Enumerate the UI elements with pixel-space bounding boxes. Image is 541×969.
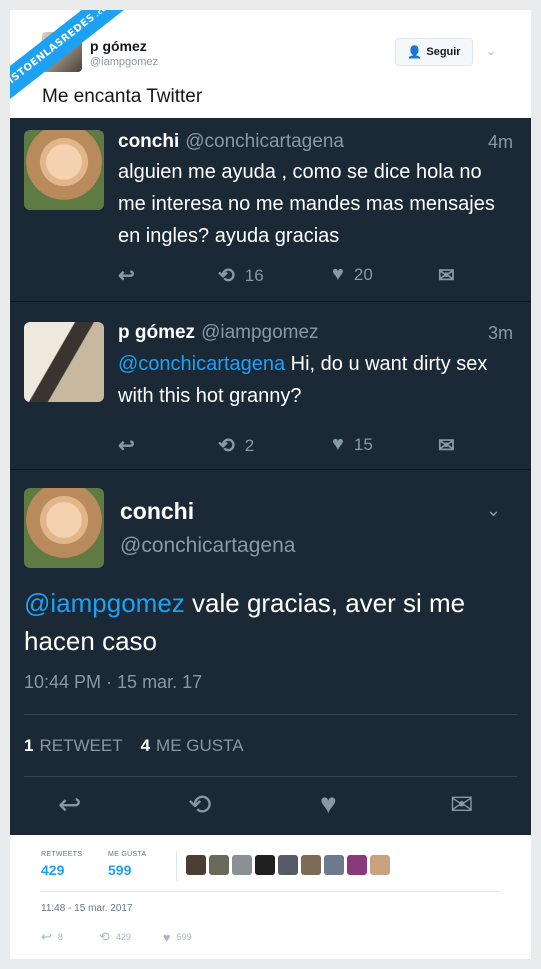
tweet-timestamp: 10:44 PM · 15 mar. 17 [24,672,203,692]
avatar[interactable] [324,855,344,875]
retweet-count: 429 [115,932,131,942]
footer-actions: ↩ 8 ⟲ 429 ♥ 599 [41,929,192,945]
list-item[interactable]: conchi @conchicartagena 4m alguien me ayu… [10,118,531,302]
like-button[interactable]: ♥ 20 [332,263,373,286]
retweet-icon: ⟲ [218,265,235,287]
avatar[interactable] [186,855,206,875]
like-count: 4 [140,736,151,755]
author-handle[interactable]: @conchicartagena [120,534,295,558]
likes-value[interactable]: 599 [108,862,131,878]
tweet-timestamp: 11:48 - 15 mar. 2017 [41,903,133,914]
follow-label: Seguir [426,46,461,58]
heart-icon[interactable]: ♥ [320,788,337,820]
divider [24,776,517,777]
divider [176,851,177,881]
tweet-text: @conchicartagena Hi, do u want dirty sex… [118,348,513,412]
tweet-time: 3m [487,323,513,343]
mention-link[interactable]: @iampgomez [24,588,185,618]
reply-icon: ↩ [118,265,135,287]
watermark-suffix: .com [93,10,114,19]
heart-icon: ♥ [332,263,344,285]
tweet-author: p gómez @iampgomez [118,322,319,344]
avatar[interactable] [232,855,252,875]
retweet-count: 2 [244,435,255,455]
message-icon[interactable]: ✉ [450,788,473,821]
avatar[interactable] [24,130,104,210]
tweet-text: alguien me ayuda , como se dice hola no … [118,161,495,247]
retweet-icon[interactable]: ⟲ [188,788,211,821]
avatar[interactable] [255,855,275,875]
avatar[interactable] [209,855,229,875]
author-handle: @conchicartagena [185,131,344,152]
author-handle: @iampgomez [201,322,319,343]
reply-icon[interactable]: ↩ [41,929,52,945]
retweet-label[interactable]: RETWEET [39,736,122,755]
detail-actions: ↩ ⟲ ♥ ✉ [10,788,531,828]
retweet-count: 16 [244,265,264,285]
avatar[interactable] [370,855,390,875]
avatar[interactable] [347,855,367,875]
tweet-text: Me encanta Twitter [42,86,203,107]
message-icon: ✉ [438,435,455,457]
likes-label: ME GUSTA [108,851,147,858]
reply-button[interactable]: ↩ [118,263,135,288]
retweet-count: 1 [24,736,34,755]
add-user-icon: 👤 [407,45,423,59]
like-count: 599 [176,932,192,942]
author-name[interactable]: conchi [120,498,194,525]
reply-icon: ↩ [118,435,135,457]
author-handle[interactable]: @iampgomez [90,56,158,68]
like-button[interactable]: ♥ 15 [332,433,373,456]
retweet-button[interactable]: ⟲ 16 [218,263,264,288]
tweet-actions: ↩ ⟲ 2 ♥ 15 ✉ [118,433,468,457]
like-label[interactable]: ME GUSTA [156,736,244,755]
embedded-screenshot: conchi @conchicartagena 4m alguien me ayu… [10,118,531,835]
tweet-detail: conchi @conchicartagena ⌄ @iampgomez val… [10,470,531,835]
retweet-icon: ⟲ [218,435,235,457]
retweet-icon[interactable]: ⟲ [99,929,110,945]
follow-button[interactable]: 👤 Seguir [395,38,473,66]
tweet-embed-page: VISTOENLASREDES.com p gómez @iampgomez 👤… [10,10,531,959]
tweet-time: 4m [487,132,513,152]
reply-icon[interactable]: ↩ [58,788,81,821]
avatar[interactable] [24,322,104,402]
retweets-label: RETWEETS [41,851,83,858]
message-icon: ✉ [438,265,455,287]
message-button[interactable]: ✉ [438,263,455,288]
avatar[interactable] [278,855,298,875]
like-count: 15 [353,434,373,454]
author-name: p gómez [118,322,196,343]
tweet-author: conchi @conchicartagena [118,131,344,153]
liker-avatars [186,855,390,875]
reply-button[interactable]: ↩ [118,433,135,458]
message-button[interactable]: ✉ [438,433,455,458]
tweet-stats: 1 RETWEET 4 ME GUSTA [24,736,244,756]
retweets-value[interactable]: 429 [41,862,64,878]
chevron-down-icon[interactable]: ⌄ [486,44,496,58]
author-name: conchi [118,131,180,152]
divider [24,714,517,715]
chevron-down-icon[interactable]: ⌄ [486,500,501,521]
avatar[interactable] [24,488,104,568]
heart-icon[interactable]: ♥ [163,930,171,945]
reply-count: 8 [57,932,63,942]
tweet-text: @iampgomez vale gracias, aver si me hace… [24,584,519,660]
tweet-footer: RETWEETS 429 ME GUSTA 599 11:48 - 15 mar… [10,835,531,959]
divider [40,891,500,892]
author-name[interactable]: p gómez [90,38,147,54]
avatar[interactable] [301,855,321,875]
retweet-button[interactable]: ⟲ 2 [218,433,254,458]
heart-icon: ♥ [332,433,344,455]
mention-link[interactable]: @conchicartagena [118,353,285,375]
like-count: 20 [353,264,373,284]
tweet-actions: ↩ ⟲ 16 ♥ 20 ✉ [118,263,468,287]
list-item[interactable]: p gómez @iampgomez 3m @conchicartagena Hi… [10,302,531,470]
